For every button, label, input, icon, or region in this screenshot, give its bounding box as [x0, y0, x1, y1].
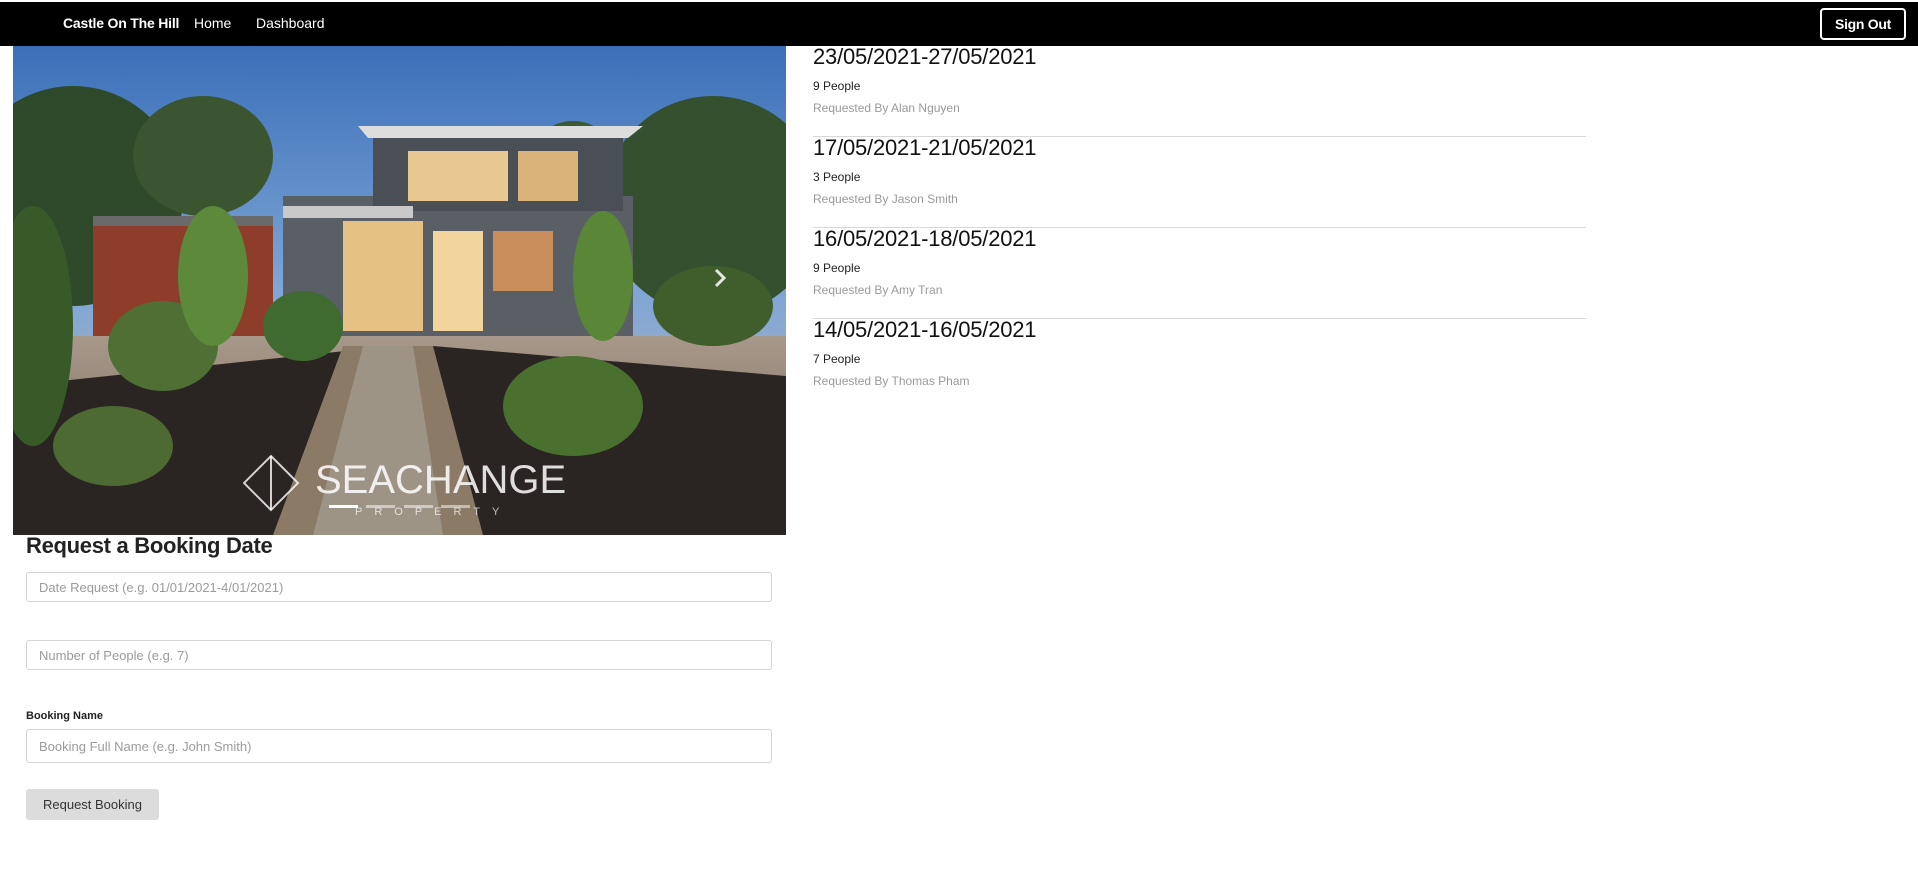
date-request-input[interactable]: [26, 572, 772, 602]
top-navbar: Castle On The Hill Home Dashboard Sign O…: [0, 2, 1918, 46]
booking-item: 23/05/2021-27/05/2021 9 People Requested…: [813, 46, 1586, 137]
booking-item: 16/05/2021-18/05/2021 9 People Requested…: [813, 228, 1586, 319]
carousel-indicators: [13, 495, 786, 513]
booking-item: 17/05/2021-21/05/2021 3 People Requested…: [813, 137, 1586, 228]
nav-dashboard-link[interactable]: Dashboard: [256, 15, 325, 31]
booking-people: 7 People: [813, 352, 861, 366]
bookings-list: 23/05/2021-27/05/2021 9 People Requested…: [813, 46, 1586, 410]
booking-requested-by: Requested By Thomas Pham: [813, 374, 970, 388]
sign-out-button[interactable]: Sign Out: [1820, 8, 1906, 40]
chevron-right-icon[interactable]: [706, 258, 736, 298]
property-carousel: SEACHANGE PROPERTY: [13, 46, 786, 535]
booking-dates: 14/05/2021-16/05/2021: [813, 317, 1037, 342]
brand-link[interactable]: Castle On The Hill: [63, 15, 179, 31]
number-of-people-input[interactable]: [26, 640, 772, 670]
booking-dates: 17/05/2021-21/05/2021: [813, 135, 1037, 160]
booking-item: 14/05/2021-16/05/2021 7 People Requested…: [813, 319, 1586, 410]
booking-name-label: Booking Name: [26, 710, 104, 722]
carousel-indicator-3[interactable]: [403, 505, 433, 508]
booking-people: 9 People: [813, 79, 861, 93]
carousel-indicator-1[interactable]: [328, 505, 358, 508]
booking-people: 9 People: [813, 261, 861, 275]
carousel-indicator-4[interactable]: [441, 505, 471, 508]
booking-requested-by: Requested By Amy Tran: [813, 283, 943, 297]
nav-home-link[interactable]: Home: [194, 15, 231, 31]
booking-name-input[interactable]: [26, 729, 772, 763]
booking-dates: 16/05/2021-18/05/2021: [813, 226, 1037, 251]
booking-people: 3 People: [813, 170, 861, 184]
booking-form-title: Request a Booking Date: [26, 533, 273, 558]
booking-requested-by: Requested By Alan Nguyen: [813, 101, 960, 115]
booking-dates: 23/05/2021-27/05/2021: [813, 44, 1037, 69]
booking-requested-by: Requested By Jason Smith: [813, 192, 958, 206]
carousel-indicator-2[interactable]: [366, 505, 396, 508]
request-booking-button[interactable]: Request Booking: [26, 789, 159, 820]
